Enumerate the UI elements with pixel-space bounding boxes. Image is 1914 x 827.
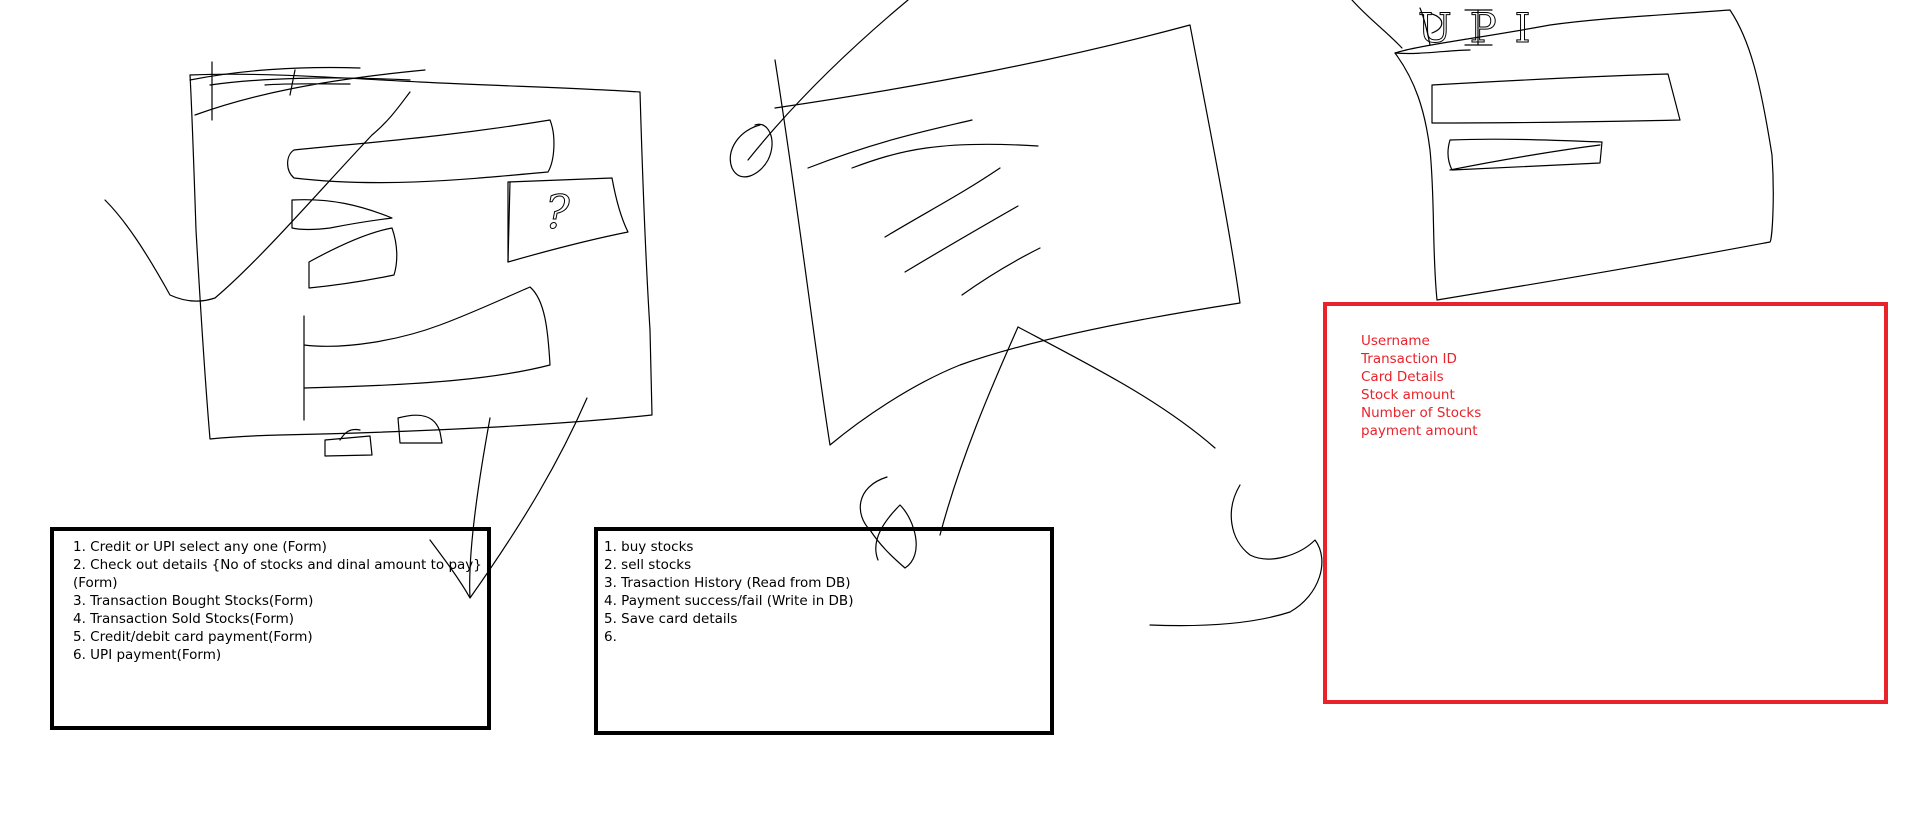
list-item: 1. Credit or UPI select any one (Form): [73, 539, 327, 555]
field-bar-1: [287, 119, 555, 184]
list-item: 1. buy stocks: [604, 539, 694, 555]
field-bar-2: [291, 199, 393, 231]
upi-title-label: UPI: [1418, 6, 1548, 52]
right-curve-stroke: [1017, 326, 1323, 627]
upi-page-sketch: [1351, 0, 1774, 301]
list-item: 3. Transaction Bought Stocks(Form): [73, 593, 314, 609]
help-question-mark: ?: [545, 185, 570, 239]
list-item: 5. Credit/debit card payment(Form): [73, 629, 313, 645]
list-item: Stock amount: [1361, 387, 1455, 403]
fields-list: Username Transaction ID Card Details Sto…: [1361, 332, 1878, 440]
list-item: 5. Save card details: [604, 611, 738, 627]
field-bar-3: [308, 227, 398, 289]
operations-list: 1. buy stocks 2. sell stocks 3. Trasacti…: [604, 538, 1044, 646]
upi-page-outline: [1394, 9, 1774, 301]
list-item: Number of Stocks: [1361, 405, 1482, 421]
list-item: 2. Check out details {No of stocks and d…: [73, 557, 482, 591]
list-item: 4. Transaction Sold Stocks(Form): [73, 611, 295, 627]
forms-notes-box: 1. Credit or UPI select any one (Form) 2…: [50, 527, 491, 730]
upi-id-field: [1431, 73, 1681, 124]
list-item: 6.: [604, 629, 617, 645]
upi-pay-button: [1447, 138, 1603, 171]
title-bar-scribble: [189, 61, 426, 121]
operations-notes-box: 1. buy stocks 2. sell stocks 3. Trasacti…: [594, 527, 1054, 735]
zigzag-scribble: [807, 119, 1041, 296]
large-text-area: [303, 286, 551, 421]
list-item: 2. sell stocks: [604, 557, 692, 573]
top-diagonal-stroke: [747, 0, 909, 161]
left-arrow-stroke: [104, 91, 411, 302]
list-item: Transaction ID: [1361, 351, 1457, 367]
footer-button-2: [397, 414, 443, 444]
list-item: Username: [1361, 333, 1430, 349]
checkout-form-sketch: [104, 61, 653, 599]
result-page-outline: [774, 24, 1241, 446]
list-item: 4. Payment success/fail (Write in DB): [604, 593, 854, 609]
list-item: Card Details: [1361, 369, 1444, 385]
circle-scribble: [729, 123, 773, 178]
list-item: payment amount: [1361, 423, 1478, 439]
fields-notes-box: Username Transaction ID Card Details Sto…: [1323, 302, 1888, 704]
list-item: 3. Trasaction History (Read from DB): [604, 575, 851, 591]
forms-list: 1. Credit or UPI select any one (Form) 2…: [73, 538, 482, 664]
list-item: 6. UPI payment(Form): [73, 647, 222, 663]
